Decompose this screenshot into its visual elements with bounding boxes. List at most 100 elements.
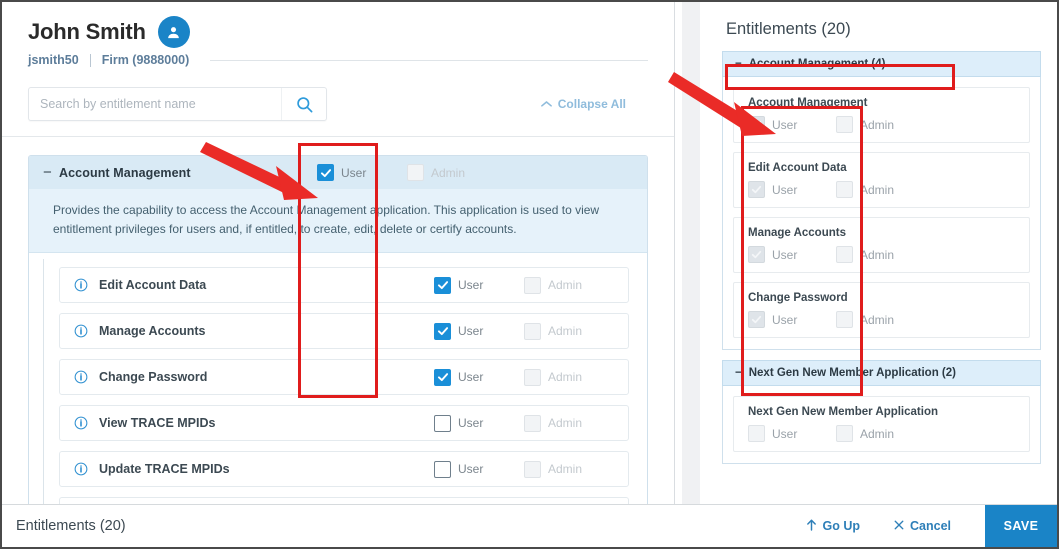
row-user-checkbox[interactable]: User: [434, 322, 524, 340]
list-item[interactable]: Update TRACE MPIDs User Admin: [59, 451, 629, 488]
search-box[interactable]: [28, 87, 327, 121]
row-admin-checkbox: Admin: [524, 322, 614, 340]
user-avatar-icon: [157, 16, 190, 48]
info-icon[interactable]: [74, 324, 88, 338]
list-item[interactable]: Change Password User Admin: [59, 359, 629, 396]
checkbox-box[interactable]: [317, 164, 334, 181]
search-icon[interactable]: [281, 88, 326, 120]
summary-user-checkbox: User: [748, 116, 836, 133]
go-up-button[interactable]: Go Up: [806, 519, 861, 534]
checkbox-box[interactable]: [434, 460, 451, 478]
summary-group-body: Next Gen New Member Application User Adm…: [722, 386, 1041, 464]
collapse-toggle-icon[interactable]: −: [735, 58, 742, 70]
summary-title: Entitlements (20): [726, 20, 851, 38]
summary-user-checkbox: User: [748, 425, 836, 442]
row-admin-checkbox: Admin: [524, 414, 614, 432]
row-permission-checkboxes: User Admin: [434, 368, 614, 386]
firm-text: Firm (9888000): [101, 53, 190, 67]
checkbox-box: [407, 164, 424, 181]
checkbox-label: Admin: [431, 165, 466, 180]
summary-item-checkboxes: User Admin: [748, 181, 1017, 198]
group-permission-checkboxes: User Admin: [317, 164, 647, 181]
checkbox-label: User: [772, 117, 798, 132]
checkbox-label: Admin: [548, 370, 583, 385]
checkbox-label: User: [458, 462, 484, 477]
summary-user-checkbox: User: [748, 181, 836, 198]
row-permission-checkboxes: User Admin: [434, 460, 614, 478]
group-admin-checkbox: Admin: [407, 164, 497, 181]
list-item[interactable]: Manage Accounts User Admin: [59, 313, 629, 350]
checkbox-box: [524, 276, 541, 294]
scrollbar-track[interactable]: [682, 2, 700, 504]
row-user-checkbox[interactable]: User: [434, 414, 524, 432]
close-icon: [894, 519, 904, 533]
summary-group-title: Account Management (4): [748, 58, 886, 70]
checkbox-box[interactable]: [434, 414, 451, 432]
list-item[interactable]: Edit Account Data User Admin: [59, 267, 629, 304]
row-user-checkbox[interactable]: User: [434, 276, 524, 294]
summary-admin-checkbox: Admin: [836, 311, 924, 328]
row-user-checkbox[interactable]: User: [434, 368, 524, 386]
footer-actions: Go Up Cancel SAVE: [806, 505, 1057, 547]
meta-divider: [89, 53, 91, 67]
row-permission-checkboxes: User Admin: [434, 414, 614, 432]
entitlement-group-card: − Account Management User Admin Provides…: [28, 155, 648, 504]
checkbox-box: [748, 181, 765, 198]
list-item[interactable]: [59, 497, 629, 504]
row-permission-checkboxes: User Admin: [434, 322, 614, 340]
checkbox-box: [748, 425, 765, 442]
checkbox-box[interactable]: [434, 368, 451, 386]
summary-group-header[interactable]: − Next Gen New Member Application (2): [722, 360, 1041, 386]
checkbox-box: [748, 246, 765, 263]
checkbox-box: [836, 246, 853, 263]
summary-admin-checkbox: Admin: [836, 116, 924, 133]
summary-admin-checkbox: Admin: [836, 246, 924, 263]
checkbox-label: Admin: [548, 416, 583, 431]
user-meta-row: jsmith50 Firm (9888000): [28, 53, 648, 67]
collapse-toggle-icon[interactable]: −: [43, 164, 59, 181]
summary-user-checkbox: User: [748, 311, 836, 328]
summary-admin-checkbox: Admin: [836, 425, 924, 442]
checkbox-label: Admin: [860, 426, 895, 441]
summary-group-header[interactable]: − Account Management (4): [722, 51, 1041, 77]
summary-group-account-management: − Account Management (4) Account Managem…: [722, 51, 1041, 350]
info-icon[interactable]: [74, 370, 88, 384]
save-button[interactable]: SAVE: [985, 505, 1057, 547]
checkbox-box: [748, 116, 765, 133]
summary-item-checkboxes: User Admin: [748, 311, 1017, 328]
collapse-toggle-icon[interactable]: −: [735, 367, 742, 379]
group-user-checkbox[interactable]: User: [317, 164, 407, 181]
summary-group-body: Account Management User Admin Edit Accou…: [722, 77, 1041, 350]
info-icon[interactable]: [74, 462, 88, 476]
summary-group-title: Next Gen New Member Application (2): [748, 367, 956, 379]
info-icon[interactable]: [74, 416, 88, 430]
checkbox-label: User: [772, 182, 798, 197]
summary-user-checkbox: User: [748, 246, 836, 263]
cancel-button[interactable]: Cancel: [894, 519, 951, 533]
user-header: John Smith jsmith50 Firm (9888000): [2, 2, 674, 67]
go-up-label: Go Up: [822, 519, 861, 533]
summary-item-checkboxes: User Admin: [748, 116, 1017, 133]
arrow-up-icon: [806, 519, 817, 534]
group-header-account-management[interactable]: − Account Management User Admin: [29, 156, 647, 189]
checkbox-box: [524, 322, 541, 340]
checkbox-label: User: [772, 426, 798, 441]
collapse-all-button[interactable]: Collapse All: [540, 97, 626, 111]
checkbox-box[interactable]: [434, 322, 451, 340]
checkbox-box: [748, 311, 765, 328]
row-admin-checkbox: Admin: [524, 368, 614, 386]
info-icon[interactable]: [74, 278, 88, 292]
pane-divider: [674, 2, 708, 504]
summary-item-name: Account Management: [748, 97, 868, 109]
cancel-label: Cancel: [910, 519, 951, 533]
entitlement-list: − Account Management User Admin Provides…: [2, 137, 674, 504]
entitlement-name: View TRACE MPIDs: [99, 416, 216, 431]
checkbox-label: User: [772, 312, 798, 327]
list-item: Edit Account Data User Admin: [733, 152, 1030, 208]
search-input[interactable]: [29, 88, 281, 120]
entitlement-name: Manage Accounts: [99, 324, 206, 339]
row-user-checkbox[interactable]: User: [434, 460, 524, 478]
list-item[interactable]: View TRACE MPIDs User Admin: [59, 405, 629, 442]
entitlement-name: Edit Account Data: [99, 278, 207, 293]
checkbox-box[interactable]: [434, 276, 451, 294]
